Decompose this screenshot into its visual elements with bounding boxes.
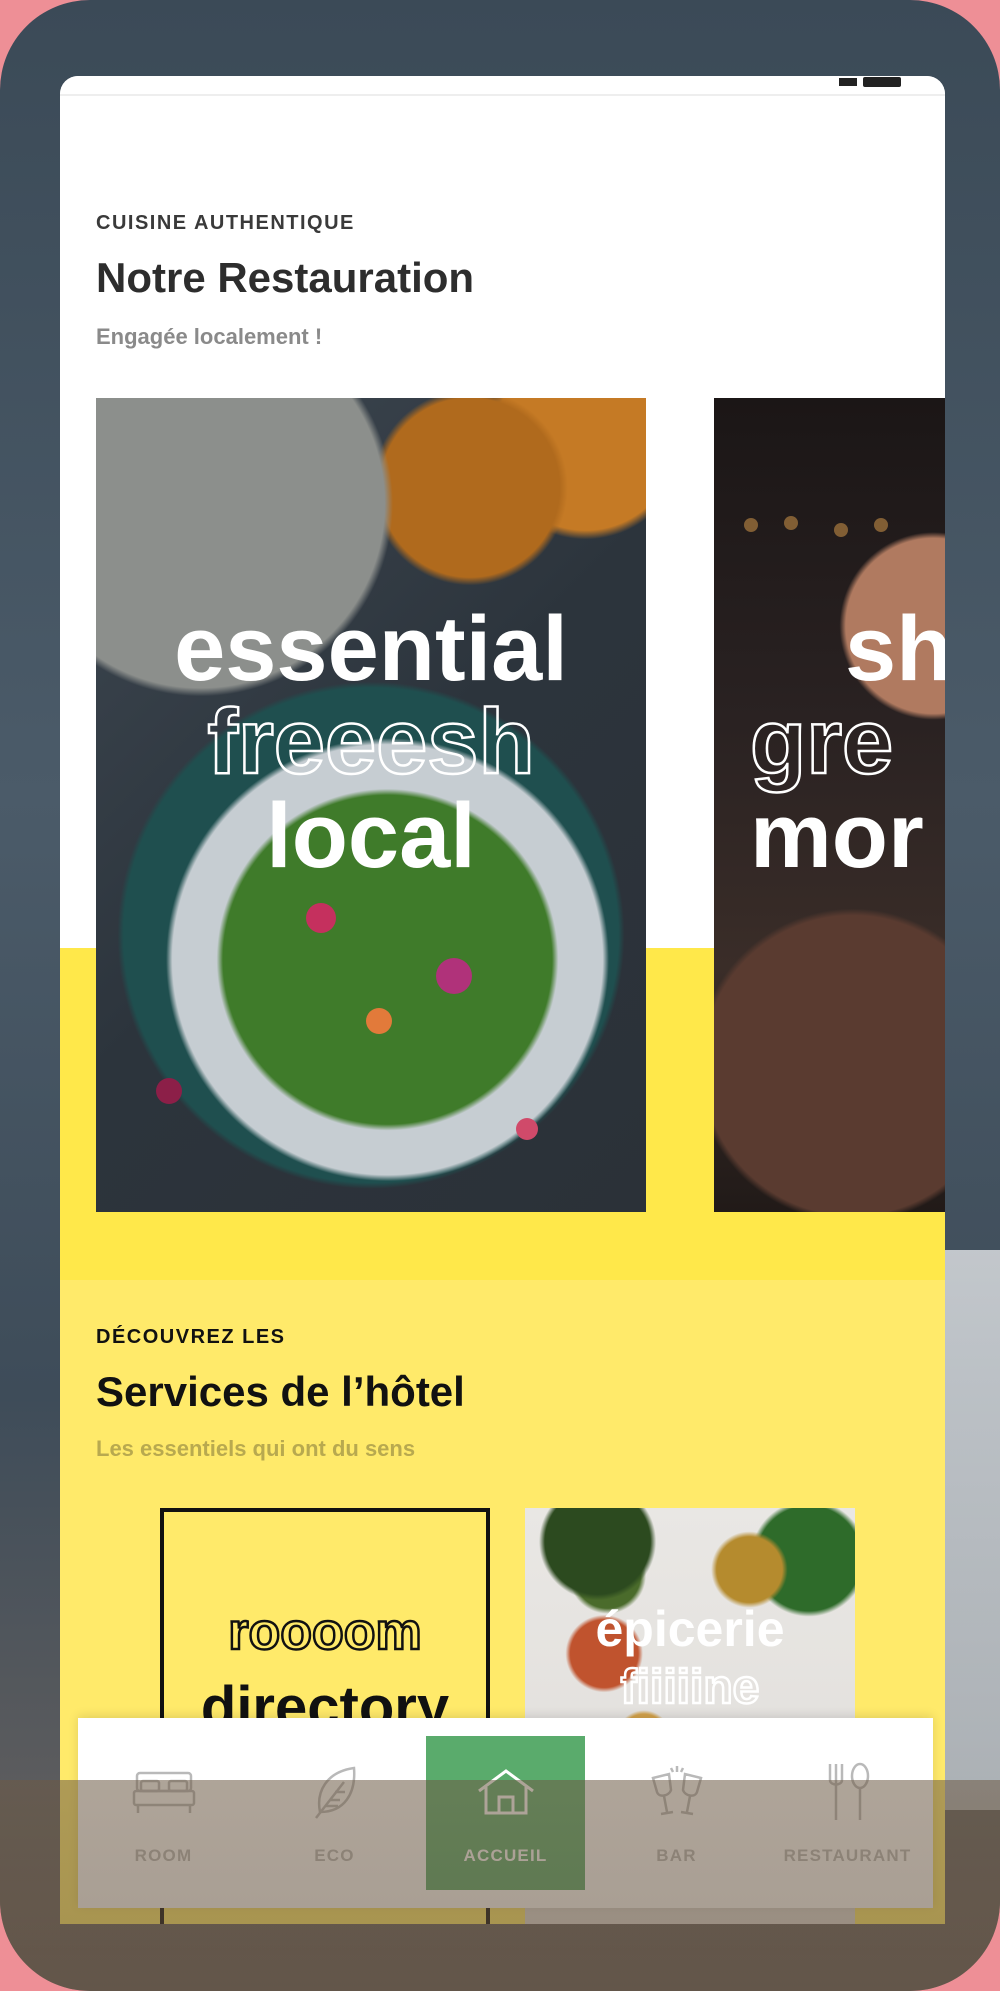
card-text-gre: gre — [749, 691, 895, 793]
cheers-glasses-icon — [642, 1760, 712, 1824]
battery-icon — [863, 77, 901, 87]
bokeh-light — [744, 518, 758, 532]
flower-petal — [366, 1008, 392, 1034]
services-section: DÉCOUVREZ LES Services de l’hôtel Les es… — [60, 1280, 945, 1924]
flower-petal — [306, 903, 336, 933]
services-subtitle: Les essentiels qui ont du sens — [96, 1436, 416, 1461]
epicerie-fine-tile[interactable]: épicerie fiiiiine oreeeat — [525, 1508, 855, 1924]
bed-icon — [129, 1760, 199, 1824]
tab-eco[interactable]: ECO — [249, 1718, 420, 1908]
tab-accueil-label: ACCUEIL — [463, 1846, 548, 1865]
tab-restaurant[interactable]: RESTAURANT — [762, 1718, 933, 1908]
bokeh-light — [874, 518, 888, 532]
card-text-freeesh: freeesh — [206, 691, 536, 793]
bokeh-light — [784, 516, 798, 530]
tab-restaurant-label: RESTAURANT — [783, 1846, 912, 1865]
home-icon — [471, 1760, 541, 1824]
flower-petal — [436, 958, 472, 994]
tile-text-epicerie: épicerie — [595, 1601, 785, 1657]
bottom-tab-bar: ROOM ECO ACCUEIL BAR RESTAURANT — [78, 1718, 933, 1908]
tab-bar[interactable]: BAR — [591, 1718, 762, 1908]
card-text-mor: mor — [750, 785, 924, 887]
leaf-icon — [300, 1760, 370, 1824]
card-text-sh: sh — [845, 598, 945, 700]
restaurant-card-bar[interactable]: sh gre mor — [714, 398, 945, 1212]
flower-petal — [516, 1118, 538, 1140]
card-text-local: local — [266, 785, 476, 887]
restauration-subtitle: Engagée localement ! — [96, 324, 323, 349]
tab-eco-label: ECO — [314, 1846, 355, 1865]
services-eyebrow: DÉCOUVREZ LES — [96, 1326, 286, 1348]
room-directory-tile[interactable]: roooom directory city — [160, 1508, 490, 1924]
tab-room-label: ROOM — [134, 1846, 193, 1865]
restauration-title: Notre Restauration — [96, 254, 475, 301]
services-title: Services de l’hôtel — [96, 1368, 465, 1415]
fork-spoon-icon — [813, 1760, 883, 1824]
app-screen: CUISINE AUTHENTIQUE Notre Restauration E… — [60, 76, 945, 1924]
signal-icon — [839, 78, 857, 86]
tile-text-fiiiiine: fiiiiine — [619, 1660, 760, 1716]
restauration-eyebrow: CUISINE AUTHENTIQUE — [96, 212, 355, 234]
tab-bar-label: BAR — [656, 1846, 697, 1865]
tab-accueil[interactable]: ACCUEIL — [420, 1718, 591, 1908]
card-text-essential: essential — [174, 598, 568, 700]
phone-frame: CUISINE AUTHENTIQUE Notre Restauration E… — [0, 0, 1000, 1991]
flower-petal — [156, 1078, 182, 1104]
status-icons — [839, 77, 901, 87]
restauration-section: CUISINE AUTHENTIQUE Notre Restauration E… — [60, 96, 945, 1280]
tile-text-roooom: roooom — [227, 1602, 423, 1663]
status-bar — [60, 76, 945, 96]
restaurant-card-food[interactable]: essential freeesh local — [96, 398, 646, 1212]
bokeh-light — [834, 523, 848, 537]
tab-room[interactable]: ROOM — [78, 1718, 249, 1908]
